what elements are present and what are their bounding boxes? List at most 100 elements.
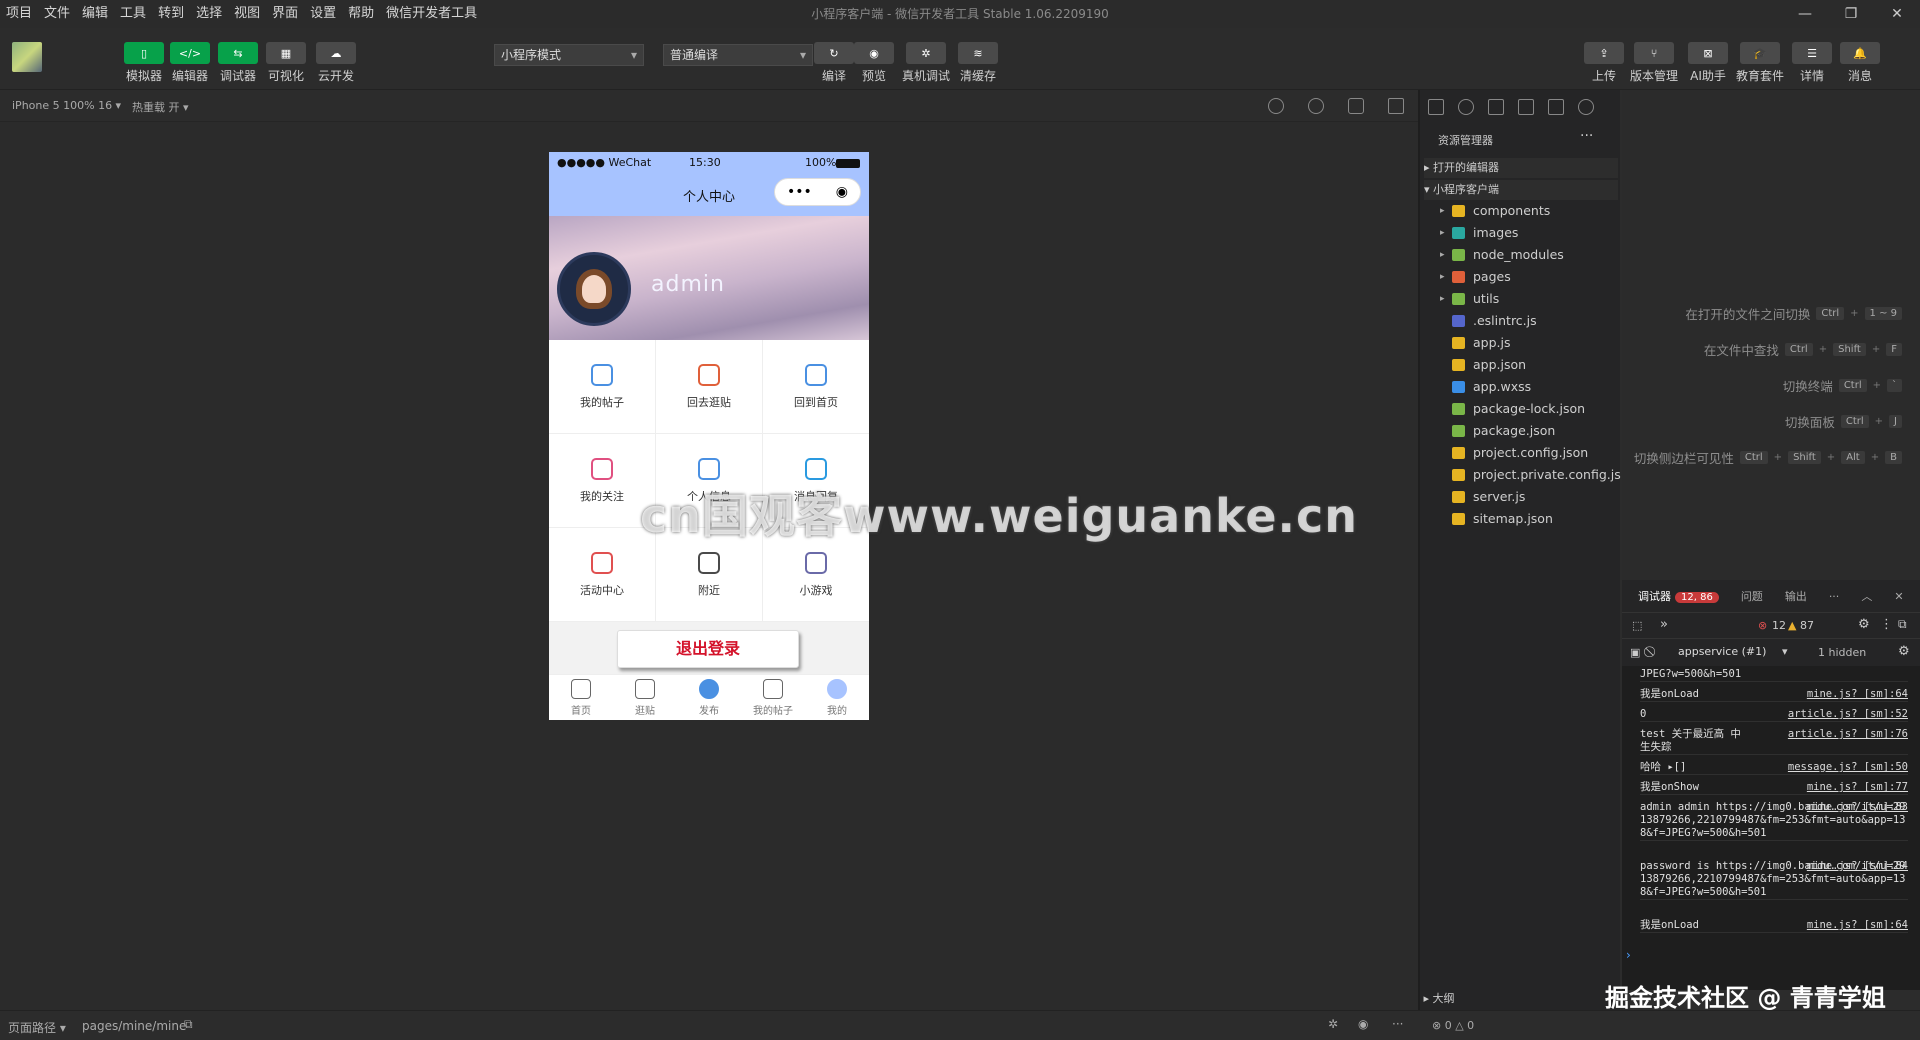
context-select[interactable]: appservice (#1) xyxy=(1678,645,1788,658)
tab-problems[interactable]: 问题 xyxy=(1741,588,1763,604)
extensions-icon[interactable] xyxy=(1518,99,1534,115)
close-circle-icon[interactable]: ◉ xyxy=(836,184,848,200)
file-item[interactable]: app.json xyxy=(1440,354,1526,376)
tab-item[interactable]: 首页 xyxy=(549,679,613,717)
close-panel-icon[interactable]: ✕ xyxy=(1894,590,1903,603)
folder-item[interactable]: ▸ utils xyxy=(1440,288,1499,310)
gear-icon[interactable]: ⚙ xyxy=(1858,617,1870,632)
git-icon[interactable] xyxy=(1488,99,1504,115)
outline-section[interactable]: ▸ 大纲 xyxy=(1420,990,1620,1010)
copy-icon[interactable]: ⧉ xyxy=(184,1017,193,1032)
log-source-link[interactable]: message.js? [sm]:50 xyxy=(1788,761,1908,774)
tab-item[interactable]: 发布 xyxy=(677,679,741,717)
editor-button[interactable]: </> 编辑器 xyxy=(166,42,214,84)
user-avatar[interactable] xyxy=(12,42,42,72)
tab-output[interactable]: 输出 xyxy=(1785,588,1807,604)
logout-button[interactable]: 退出登录 xyxy=(617,630,799,668)
version-button[interactable]: ⑂ 版本管理 xyxy=(1630,42,1678,84)
education-button[interactable]: 🎓 教育套件 xyxy=(1736,42,1784,84)
menu-item[interactable]: 文件 xyxy=(38,0,76,28)
page-path-label[interactable]: 页面路径 ▾ xyxy=(8,1019,66,1036)
panel-icon[interactable] xyxy=(1548,99,1564,115)
log-source-link[interactable]: mine.js? [sm]:64 xyxy=(1807,688,1908,701)
log-source-link[interactable]: article.js? [sm]:52 xyxy=(1788,708,1908,721)
eye-status-icon[interactable]: ◉ xyxy=(1358,1017,1368,1031)
profile-avatar[interactable] xyxy=(557,252,631,326)
file-item[interactable]: app.wxss xyxy=(1440,376,1531,398)
more-icon[interactable]: ··· xyxy=(1829,590,1840,603)
details-button[interactable]: ☰ 详情 xyxy=(1788,42,1836,84)
chevron-down-icon[interactable]: ▾ xyxy=(1782,645,1788,658)
menu-item[interactable]: 视图 xyxy=(228,0,266,28)
console-prompt-icon[interactable]: › xyxy=(1626,948,1631,962)
log-source-link[interactable]: article.js? [sm]:76 xyxy=(1788,728,1908,741)
file-item[interactable]: server.js xyxy=(1440,486,1525,508)
files-icon[interactable] xyxy=(1428,99,1444,115)
visual-button[interactable]: ▦ 可视化 xyxy=(262,42,310,84)
collapse-icon[interactable]: ︿ xyxy=(1861,588,1872,604)
console-settings-icon[interactable]: ⚙ xyxy=(1898,644,1910,659)
bug-status-icon[interactable]: ✲ xyxy=(1328,1017,1338,1031)
cloud-button[interactable]: ☁ 云开发 xyxy=(312,42,360,84)
maximize-button[interactable]: ❐ xyxy=(1828,0,1874,28)
file-item[interactable]: project.private.config.js... xyxy=(1440,464,1633,486)
tab-item[interactable]: 我的帖子 xyxy=(741,679,805,717)
ai-button[interactable]: ⊠ AI助手 xyxy=(1684,42,1732,84)
cloud-icon[interactable] xyxy=(1578,99,1594,115)
menu-item[interactable]: 设置 xyxy=(304,0,342,28)
file-item[interactable]: package.json xyxy=(1440,420,1555,442)
debugger-button[interactable]: ⇆ 调试器 xyxy=(214,42,262,84)
file-item[interactable]: sitemap.json xyxy=(1440,508,1553,530)
tab-debugger[interactable]: 调试器 12, 86 xyxy=(1638,588,1719,604)
simulator-button[interactable]: ▯ 模拟器 xyxy=(120,42,168,84)
file-item[interactable]: app.js xyxy=(1440,332,1511,354)
more-status-icon[interactable]: ··· xyxy=(1392,1017,1403,1031)
compile-select[interactable]: 普通编译 xyxy=(663,44,813,66)
open-editors-section[interactable]: ▸ 打开的编辑器 xyxy=(1424,158,1618,178)
folder-item[interactable]: ▸ node_modules xyxy=(1440,244,1564,266)
menu-item[interactable]: 选择 xyxy=(190,0,228,28)
tab-item[interactable]: 逛贴 xyxy=(613,679,677,717)
menu-item[interactable]: 工具 xyxy=(114,0,152,28)
device-select[interactable]: iPhone 5 100% 16 ▾ xyxy=(12,99,121,112)
dock-icon[interactable]: ⧉ xyxy=(1898,617,1907,632)
grid-item[interactable]: 我的帖子 xyxy=(549,340,655,433)
hotreload-toggle[interactable]: 热重载 开 ▾ xyxy=(132,99,189,115)
folder-item[interactable]: ▸ images xyxy=(1440,222,1518,244)
folder-item[interactable]: ▸ pages xyxy=(1440,266,1511,288)
log-source-link[interactable]: mine.js? [sm]:83 xyxy=(1807,801,1908,814)
sidebar-toggle-icon[interactable]: ▣ xyxy=(1630,646,1640,659)
mode-select[interactable]: 小程序模式 xyxy=(494,44,644,66)
record-icon[interactable] xyxy=(1308,98,1324,114)
folder-item[interactable]: ▸ components xyxy=(1440,200,1550,222)
explorer-more-button[interactable]: ··· xyxy=(1580,128,1593,144)
menu-item[interactable]: 界面 xyxy=(266,0,304,28)
kebab-icon[interactable]: ⋮ xyxy=(1880,617,1893,632)
phone-outline-icon[interactable] xyxy=(1348,98,1364,114)
tab-item[interactable]: 我的 xyxy=(805,679,869,717)
preview-button[interactable]: ◉ 预览 xyxy=(850,42,898,84)
rotate-icon[interactable] xyxy=(1268,98,1284,114)
file-item[interactable]: .eslintrc.js xyxy=(1440,310,1537,332)
menu-item[interactable]: 项目 xyxy=(0,0,38,28)
file-item[interactable]: project.config.json xyxy=(1440,442,1588,464)
inspect-icon[interactable]: ⬚ xyxy=(1632,619,1642,632)
minimize-button[interactable]: — xyxy=(1782,0,1828,28)
close-button[interactable]: ✕ xyxy=(1874,0,1920,28)
upload-button[interactable]: ⇪ 上传 xyxy=(1580,42,1628,84)
capsule-menu[interactable]: ••• ◉ xyxy=(774,178,861,206)
log-source-link[interactable]: mine.js? [sm]:77 xyxy=(1807,781,1908,794)
menu-item[interactable]: 编辑 xyxy=(76,0,114,28)
log-source-link[interactable]: mine.js? [sm]:84 xyxy=(1807,860,1908,873)
chevron-right-icon[interactable]: » xyxy=(1660,617,1668,632)
grid-item[interactable]: 回到首页 xyxy=(763,340,869,433)
clear-cache-button[interactable]: ≋ 清缓存 xyxy=(954,42,1002,84)
project-section[interactable]: ▾ 小程序客户端 xyxy=(1424,180,1618,200)
file-item[interactable]: package-lock.json xyxy=(1440,398,1585,420)
remote-debug-button[interactable]: ✲ 真机调试 xyxy=(902,42,950,84)
menu-item[interactable]: 帮助 xyxy=(342,0,380,28)
messages-button[interactable]: 🔔 消息 xyxy=(1836,42,1884,84)
menu-item[interactable]: 转到 xyxy=(152,0,190,28)
more-dots-icon[interactable]: ••• xyxy=(787,184,812,200)
search-icon[interactable] xyxy=(1458,99,1474,115)
